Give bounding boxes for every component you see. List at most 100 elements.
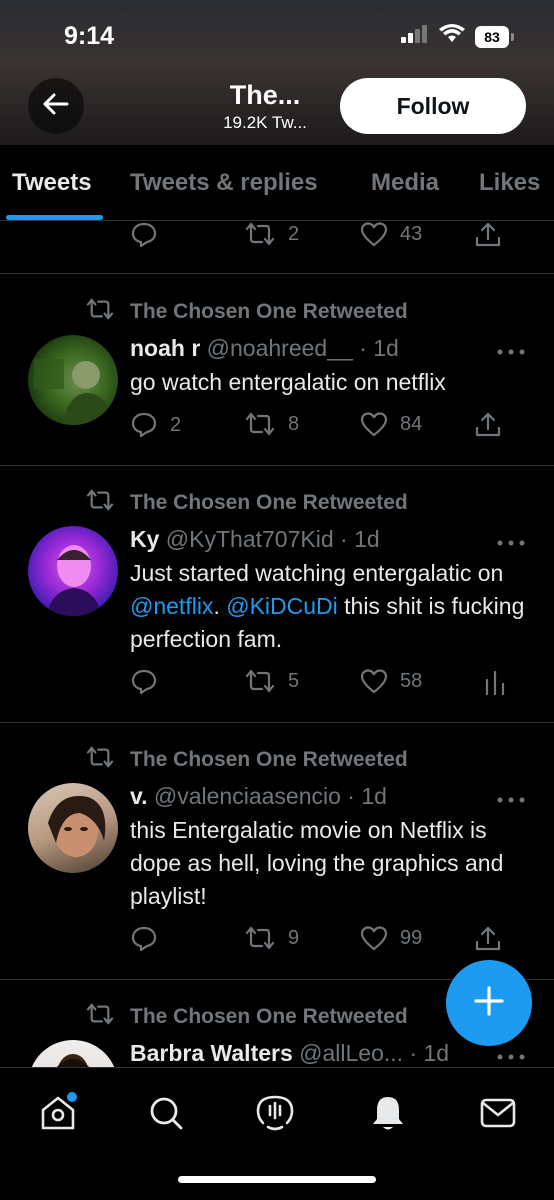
retweet-label: The Chosen One Retweeted xyxy=(84,488,408,518)
tweet-header: noah r @noahreed__ · 1d xyxy=(130,335,470,362)
profile-title: The... 19.2K Tw... xyxy=(200,80,330,133)
author-handle[interactable]: @valenciaasencio xyxy=(154,783,341,809)
reply-button[interactable] xyxy=(130,668,158,696)
tweet-actions: 5 58 xyxy=(130,668,510,702)
divider xyxy=(0,465,554,466)
reply-icon xyxy=(130,221,158,249)
retweet-icon xyxy=(84,297,116,327)
avatar[interactable] xyxy=(28,335,118,425)
author-name[interactable]: noah r xyxy=(130,335,200,361)
back-button[interactable] xyxy=(28,78,84,134)
tab-media[interactable]: Media xyxy=(371,169,439,197)
like-count: 84 xyxy=(400,412,423,435)
retweet-icon xyxy=(84,745,116,775)
more-button[interactable] xyxy=(496,1048,526,1060)
reply-count: 2 xyxy=(170,413,182,436)
notification-dot xyxy=(67,1092,77,1102)
more-icon xyxy=(496,791,526,808)
reply-icon xyxy=(130,668,158,696)
follow-button[interactable]: Follow xyxy=(340,78,526,134)
tweet-time: · 1d xyxy=(409,1040,450,1066)
tweet-feed[interactable]: 2 43 The Chosen One Retweeted noah r @no… xyxy=(0,221,554,1067)
author-handle[interactable]: @KyThat707Kid xyxy=(166,526,334,552)
author-handle[interactable]: @noahreed__ xyxy=(207,335,353,361)
retweet-count: 8 xyxy=(288,412,300,435)
like-button[interactable]: 99 xyxy=(360,925,422,951)
share-button[interactable] xyxy=(474,925,502,953)
avatar[interactable] xyxy=(28,783,118,873)
status-time: 9:14 xyxy=(64,22,115,50)
retweet-icon xyxy=(84,1002,116,1032)
author-name[interactable]: v. xyxy=(130,783,147,809)
tweet-actions: 2 8 84 xyxy=(130,411,510,445)
mention-link[interactable]: @KiDCuDi xyxy=(226,593,338,619)
heart-icon xyxy=(360,668,388,694)
compose-button[interactable] xyxy=(446,960,532,1046)
retweet-button[interactable]: 9 xyxy=(244,925,299,951)
more-button[interactable] xyxy=(496,791,526,803)
tweet-count: 19.2K Tw... xyxy=(223,113,307,132)
status-indicators: 83 xyxy=(401,24,514,49)
tweet-text: Just started watching entergalatic on @n… xyxy=(130,557,540,656)
like-count: 99 xyxy=(400,926,423,949)
home-indicator xyxy=(178,1176,376,1183)
divider xyxy=(0,722,554,723)
more-button[interactable] xyxy=(496,343,526,355)
status-bar: 9:14 83 xyxy=(0,0,554,70)
retweet-icon xyxy=(244,411,276,437)
battery-level: 83 xyxy=(475,25,509,48)
bottom-nav xyxy=(0,1067,554,1200)
more-icon xyxy=(496,534,526,551)
tab-tweets-replies[interactable]: Tweets & replies xyxy=(130,169,318,197)
avatar[interactable] xyxy=(28,1040,118,1067)
nav-search[interactable] xyxy=(141,1090,191,1140)
reply-button[interactable] xyxy=(130,221,158,249)
nav-spaces[interactable] xyxy=(250,1090,300,1140)
reply-button[interactable]: 2 xyxy=(130,411,181,439)
heart-icon xyxy=(360,221,388,247)
tweet-header: Ky @KyThat707Kid · 1d xyxy=(130,526,470,553)
profile-header: 9:14 83 The... 19.2K Tw... Follow xyxy=(0,0,554,145)
nav-home[interactable] xyxy=(33,1090,83,1140)
avatar[interactable] xyxy=(28,526,118,616)
retweeted-by: The Chosen One Retweeted xyxy=(130,300,408,323)
nav-notifications[interactable] xyxy=(363,1090,413,1140)
retweet-button[interactable]: 8 xyxy=(244,411,299,437)
analytics-button[interactable] xyxy=(484,668,506,696)
tab-tweets[interactable]: Tweets xyxy=(12,169,92,197)
retweeted-by: The Chosen One Retweeted xyxy=(130,1005,408,1028)
tweet-time: · 1d xyxy=(359,335,399,361)
tweet-header: Barbra Walters @allLeo... · 1d xyxy=(130,1040,470,1067)
tab-likes[interactable]: Likes xyxy=(479,169,540,197)
author-name[interactable]: Ky xyxy=(130,526,159,552)
tweet-time: · 1d xyxy=(340,526,380,552)
like-button[interactable]: 84 xyxy=(360,411,422,437)
text-segment: . xyxy=(213,593,227,619)
share-button[interactable] xyxy=(474,221,502,249)
retweet-button[interactable]: 5 xyxy=(244,668,299,694)
author-name[interactable]: Barbra Walters xyxy=(130,1040,293,1066)
share-icon xyxy=(474,925,502,953)
retweeted-by: The Chosen One Retweeted xyxy=(130,748,408,771)
arrow-left-icon xyxy=(43,93,69,120)
like-button[interactable]: 58 xyxy=(360,668,422,694)
more-icon xyxy=(496,343,526,360)
heart-icon xyxy=(360,925,388,951)
author-handle[interactable]: @allLeo... xyxy=(299,1040,403,1066)
reply-button[interactable] xyxy=(130,925,158,953)
divider xyxy=(0,273,554,274)
messages-icon xyxy=(479,1097,517,1134)
nav-messages[interactable] xyxy=(473,1090,523,1140)
share-button[interactable] xyxy=(474,411,502,439)
like-button[interactable]: 43 xyxy=(360,221,422,247)
mention-link[interactable]: @netflix xyxy=(130,593,213,619)
tweet-actions: 9 99 xyxy=(130,925,510,959)
like-count: 58 xyxy=(400,669,423,692)
spaces-icon xyxy=(255,1093,295,1138)
retweeted-by: The Chosen One Retweeted xyxy=(130,491,408,514)
more-button[interactable] xyxy=(496,534,526,546)
retweet-icon xyxy=(244,221,276,247)
retweet-button[interactable]: 2 xyxy=(244,221,299,247)
retweet-icon xyxy=(244,925,276,951)
reply-icon xyxy=(130,925,158,953)
